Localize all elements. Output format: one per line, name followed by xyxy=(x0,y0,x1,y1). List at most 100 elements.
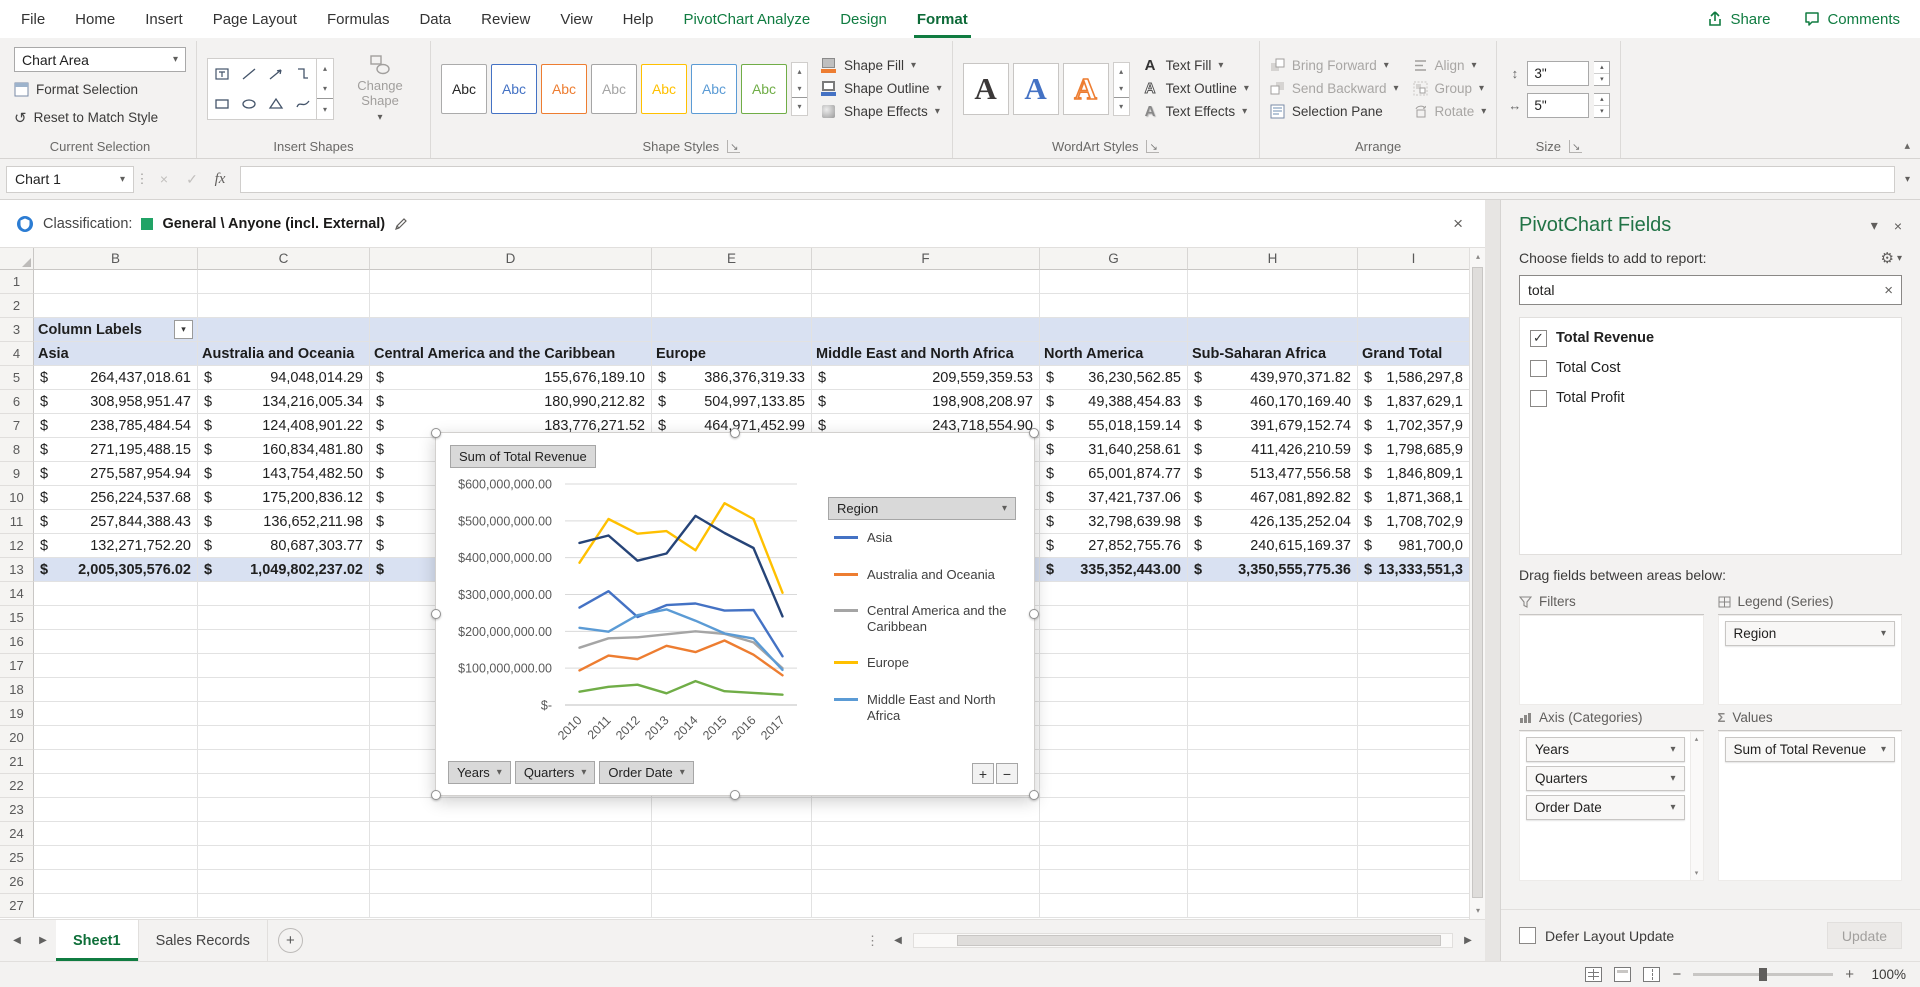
row-header-15[interactable]: 15 xyxy=(0,606,34,630)
ribbon-tab-design[interactable]: Design xyxy=(825,0,902,38)
page-layout-view-icon[interactable] xyxy=(1614,967,1631,982)
cell-E25[interactable] xyxy=(652,846,812,870)
row-header-2[interactable]: 2 xyxy=(0,294,34,318)
field-checkbox-total-cost[interactable] xyxy=(1530,360,1547,377)
area-chip-region[interactable]: Region▾ xyxy=(1725,621,1896,646)
ribbon-tab-page-layout[interactable]: Page Layout xyxy=(198,0,312,38)
cell-G14[interactable] xyxy=(1040,582,1188,606)
pane-close-icon[interactable]: × xyxy=(1894,218,1902,234)
shape-elbow-connector-icon[interactable] xyxy=(289,59,316,89)
cell-C1[interactable] xyxy=(198,270,370,294)
cell-G15[interactable] xyxy=(1040,606,1188,630)
cell-E2[interactable] xyxy=(652,294,812,318)
field-item-total-profit[interactable]: Total Profit xyxy=(1520,383,1901,413)
cell-H23[interactable] xyxy=(1188,798,1358,822)
cell-C11[interactable]: $136,652,211.98 xyxy=(198,510,370,534)
share-button[interactable]: Share xyxy=(1697,7,1780,32)
chart-resize-handle-n[interactable] xyxy=(730,428,740,438)
stepper-down-icon[interactable]: ▾ xyxy=(1594,74,1609,85)
ribbon-tab-format[interactable]: Format xyxy=(902,0,983,38)
collapse-ribbon-button[interactable]: ▴ xyxy=(1904,139,1910,152)
stepper-up-icon[interactable]: ▴ xyxy=(1594,62,1609,74)
cell-B18[interactable] xyxy=(34,678,198,702)
cell-G18[interactable] xyxy=(1040,678,1188,702)
cancel-entry-button[interactable]: × xyxy=(150,171,178,187)
ribbon-tab-view[interactable]: View xyxy=(545,0,607,38)
cell-B22[interactable] xyxy=(34,774,198,798)
bring-forward-button[interactable]: Bring Forward ▾ xyxy=(1270,54,1399,77)
chart-series-australia-and-oceania[interactable] xyxy=(580,641,783,676)
cell-C6[interactable]: $134,216,005.34 xyxy=(198,390,370,414)
area-axis-box[interactable]: ▴ ▾ Years▾Quarters▾Order Date▾ xyxy=(1519,731,1704,881)
cell-F24[interactable] xyxy=(812,822,1040,846)
cell-I27[interactable] xyxy=(1358,894,1470,918)
shape-triangle-icon[interactable] xyxy=(262,89,289,119)
chart-resize-handle-e[interactable] xyxy=(1029,609,1039,619)
cell-B11[interactable]: $257,844,388.43 xyxy=(34,510,198,534)
shape-width-stepper[interactable]: ▴ ▾ xyxy=(1594,93,1610,118)
zoom-slider[interactable] xyxy=(1693,973,1833,976)
axis-area-scrollbar[interactable]: ▴ ▾ xyxy=(1690,732,1703,880)
shape-style-thumb-7[interactable]: Abc xyxy=(741,64,787,114)
row-header-7[interactable]: 7 xyxy=(0,414,34,438)
cell-E4[interactable]: Europe xyxy=(652,342,812,366)
cell-G20[interactable] xyxy=(1040,726,1188,750)
text-effects-button[interactable]: A Text Effects ▾ xyxy=(1142,100,1249,123)
chart-series-middle-east-and-north-africa[interactable] xyxy=(580,609,783,670)
group-objects-button[interactable]: Group ▾ xyxy=(1413,77,1487,100)
row-header-8[interactable]: 8 xyxy=(0,438,34,462)
chart-resize-handle-sw[interactable] xyxy=(431,790,441,800)
shape-outline-button[interactable]: Shape Outline ▾ xyxy=(820,77,942,100)
shape-rectangle-icon[interactable] xyxy=(208,89,235,119)
cell-C22[interactable] xyxy=(198,774,370,798)
cell-B23[interactable] xyxy=(34,798,198,822)
cell-B7[interactable]: $238,785,484.54 xyxy=(34,414,198,438)
chart-resize-handle-s[interactable] xyxy=(730,790,740,800)
size-dialog-launcher[interactable]: ↘ xyxy=(1569,140,1582,153)
change-shape-button[interactable]: Change Shape ▾ xyxy=(340,54,420,123)
cell-B10[interactable]: $256,224,537.68 xyxy=(34,486,198,510)
wordart-style-3[interactable]: A xyxy=(1063,63,1109,115)
cell-H14[interactable] xyxy=(1188,582,1358,606)
chart-series-asia[interactable] xyxy=(580,591,783,656)
cell-I24[interactable] xyxy=(1358,822,1470,846)
cell-I7[interactable]: $1,702,357,9 xyxy=(1358,414,1470,438)
cell-G2[interactable] xyxy=(1040,294,1188,318)
cell-I15[interactable] xyxy=(1358,606,1470,630)
rotate-button[interactable]: Rotate ▾ xyxy=(1413,100,1487,123)
cell-I21[interactable] xyxy=(1358,750,1470,774)
row-header-21[interactable]: 21 xyxy=(0,750,34,774)
ribbon-tab-formulas[interactable]: Formulas xyxy=(312,0,405,38)
cell-D27[interactable] xyxy=(370,894,652,918)
cell-B17[interactable] xyxy=(34,654,198,678)
chart-resize-handle-nw[interactable] xyxy=(431,428,441,438)
cell-I26[interactable] xyxy=(1358,870,1470,894)
cell-C25[interactable] xyxy=(198,846,370,870)
area-chip-order-date[interactable]: Order Date▾ xyxy=(1526,795,1685,820)
cell-C19[interactable] xyxy=(198,702,370,726)
cell-C16[interactable] xyxy=(198,630,370,654)
row-header-26[interactable]: 26 xyxy=(0,870,34,894)
cell-H4[interactable]: Sub-Saharan Africa xyxy=(1188,342,1358,366)
cell-H27[interactable] xyxy=(1188,894,1358,918)
cell-H1[interactable] xyxy=(1188,270,1358,294)
select-all-corner[interactable] xyxy=(0,248,34,270)
align-button[interactable]: Align ▾ xyxy=(1413,54,1487,77)
cell-B21[interactable] xyxy=(34,750,198,774)
cell-C26[interactable] xyxy=(198,870,370,894)
cell-C14[interactable] xyxy=(198,582,370,606)
confirm-entry-button[interactable]: ✓ xyxy=(178,171,206,188)
cell-G24[interactable] xyxy=(1040,822,1188,846)
shape-style-thumb-1[interactable]: Abc xyxy=(441,64,487,114)
wordart-scroll-up-icon[interactable]: ▴ xyxy=(1114,63,1129,80)
cell-H12[interactable]: $240,615,169.37 xyxy=(1188,534,1358,558)
ribbon-tab-data[interactable]: Data xyxy=(404,0,466,38)
chart-field-button-order-date[interactable]: Order Date▾ xyxy=(599,761,693,784)
cell-H13[interactable]: $3,350,555,775.36 xyxy=(1188,558,1358,582)
sheet-tab-sheet1[interactable]: Sheet1 xyxy=(56,920,139,961)
vertical-scrollbar-thumb[interactable] xyxy=(1472,267,1483,898)
cell-G9[interactable]: $65,001,874.77 xyxy=(1040,462,1188,486)
sheet-nav-right-icon[interactable]: ▶ xyxy=(30,935,56,946)
cell-G5[interactable]: $36,230,562.85 xyxy=(1040,366,1188,390)
page-break-view-icon[interactable] xyxy=(1643,967,1660,982)
